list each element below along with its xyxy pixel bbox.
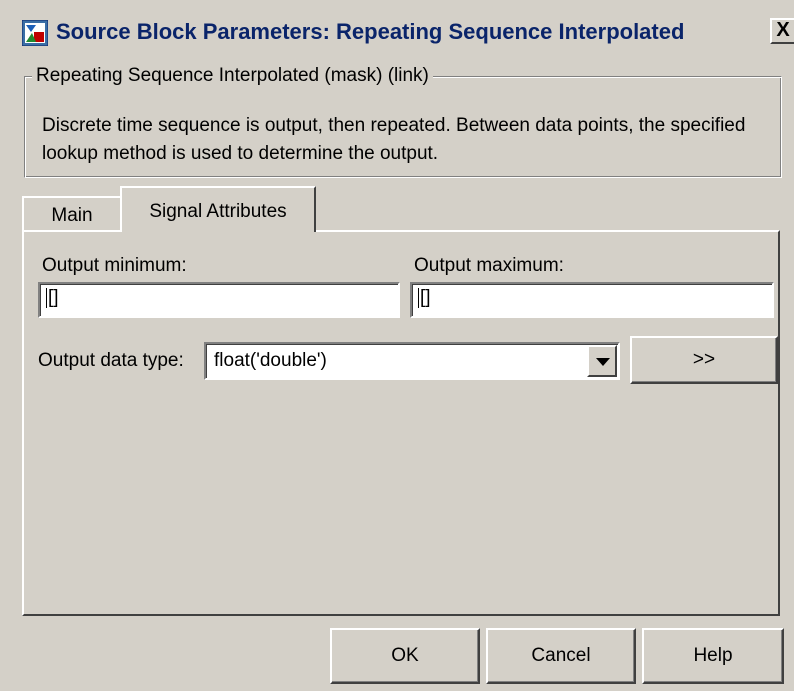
tab-main[interactable]: Main [22,196,122,230]
text-caret [418,287,419,308]
output-data-type-value: float('double') [214,350,327,371]
tab-signal-attributes[interactable]: Signal Attributes [120,186,316,232]
output-maximum-label: Output maximum: [414,255,564,276]
output-data-type-label: Output data type: [38,350,184,371]
window-title: Source Block Parameters: Repeating Seque… [56,19,685,44]
output-maximum-field[interactable]: [] [410,282,774,318]
output-data-type-select[interactable]: float('double') [204,342,620,380]
chevron-down-icon [596,358,610,366]
close-button[interactable]: X [770,18,794,44]
output-maximum-value: [] [420,287,431,308]
text-caret [46,287,47,308]
title-bar[interactable]: Source Block Parameters: Repeating Seque… [12,10,794,54]
dropdown-button[interactable] [587,345,617,377]
output-minimum-value: [] [48,287,59,308]
output-minimum-label: Output minimum: [42,255,187,276]
output-minimum-field[interactable]: [] [38,282,400,318]
help-button[interactable]: Help [642,628,784,684]
ok-button[interactable]: OK [330,628,480,684]
simulink-block-icon [21,19,49,47]
data-type-assistant-button[interactable]: >> [630,336,778,384]
cancel-button[interactable]: Cancel [486,628,636,684]
mask-title: Repeating Sequence Interpolated (mask) (… [32,64,433,88]
block-parameters-dialog: Source Block Parameters: Repeating Seque… [0,0,794,691]
mask-description: Discrete time sequence is output, then r… [42,115,746,164]
